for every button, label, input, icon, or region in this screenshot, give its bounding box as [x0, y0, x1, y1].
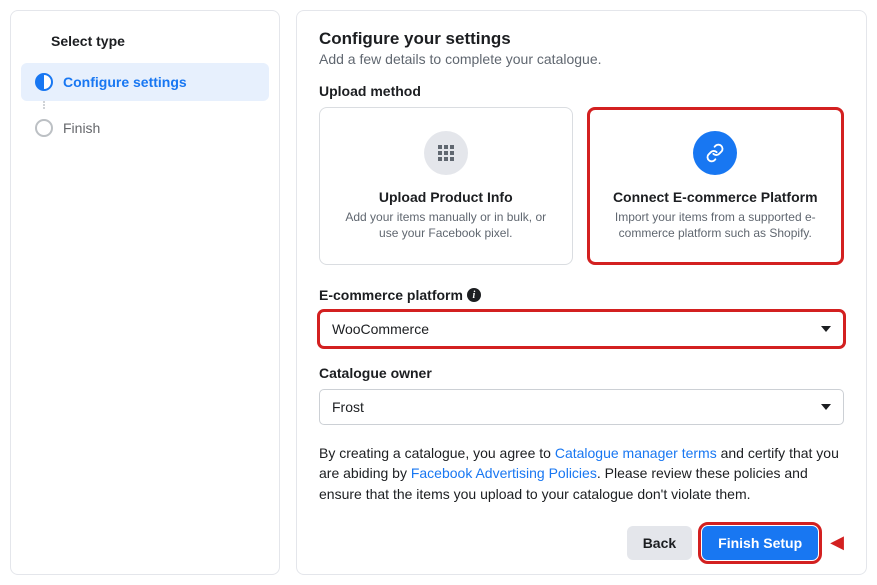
- upload-method-cards: Upload Product Info Add your items manua…: [319, 107, 844, 265]
- footer-buttons: Back Finish Setup ◀: [319, 526, 844, 560]
- catalogue-owner-select-wrap: Frost: [319, 389, 844, 425]
- progress-half-circle-icon: [35, 73, 53, 91]
- sidebar: Select type Configure settings Finish: [10, 10, 280, 575]
- empty-circle-icon: [35, 119, 53, 137]
- card-title: Connect E-commerce Platform: [613, 189, 818, 205]
- card-desc: Import your items from a supported e-com…: [608, 209, 824, 241]
- back-button[interactable]: Back: [627, 526, 692, 560]
- step-label: Configure settings: [63, 74, 187, 90]
- info-icon[interactable]: i: [467, 288, 481, 302]
- link-advertising-policies[interactable]: Facebook Advertising Policies: [411, 465, 597, 481]
- step-configure-settings[interactable]: Configure settings: [21, 63, 269, 101]
- step-finish[interactable]: Finish: [21, 109, 269, 147]
- legal-text: By creating a catalogue, you agree to Ca…: [319, 443, 844, 504]
- chevron-down-icon: [821, 404, 831, 410]
- select-value: WooCommerce: [332, 321, 429, 337]
- step-label: Finish: [63, 120, 100, 136]
- step-connector: [43, 101, 269, 109]
- finish-setup-button[interactable]: Finish Setup: [702, 526, 818, 560]
- catalogue-owner-label: Catalogue owner: [319, 365, 844, 381]
- ecommerce-platform-select[interactable]: WooCommerce: [319, 311, 844, 347]
- legal-prefix: By creating a catalogue, you agree to: [319, 445, 555, 461]
- upload-method-label: Upload method: [319, 83, 844, 99]
- card-upload-product-info[interactable]: Upload Product Info Add your items manua…: [319, 107, 573, 265]
- label-text: E-commerce platform: [319, 287, 463, 303]
- chevron-down-icon: [821, 326, 831, 332]
- select-value: Frost: [332, 399, 364, 415]
- ecommerce-platform-select-wrap: WooCommerce: [319, 311, 844, 347]
- main-panel: Configure your settings Add a few detail…: [296, 10, 867, 575]
- catalogue-owner-select[interactable]: Frost: [319, 389, 844, 425]
- sidebar-title: Select type: [21, 29, 269, 63]
- arrow-left-icon: ◀: [830, 532, 844, 553]
- link-icon: [693, 131, 737, 175]
- card-desc: Add your items manually or in bulk, or u…: [338, 209, 554, 241]
- card-title: Upload Product Info: [379, 189, 513, 205]
- page-title: Configure your settings: [319, 29, 844, 49]
- link-catalogue-terms[interactable]: Catalogue manager terms: [555, 445, 717, 461]
- ecommerce-platform-label: E-commerce platform i: [319, 287, 844, 303]
- card-connect-ecommerce[interactable]: Connect E-commerce Platform Import your …: [587, 107, 845, 265]
- grid-icon: [424, 131, 468, 175]
- page-subtitle: Add a few details to complete your catal…: [319, 51, 844, 67]
